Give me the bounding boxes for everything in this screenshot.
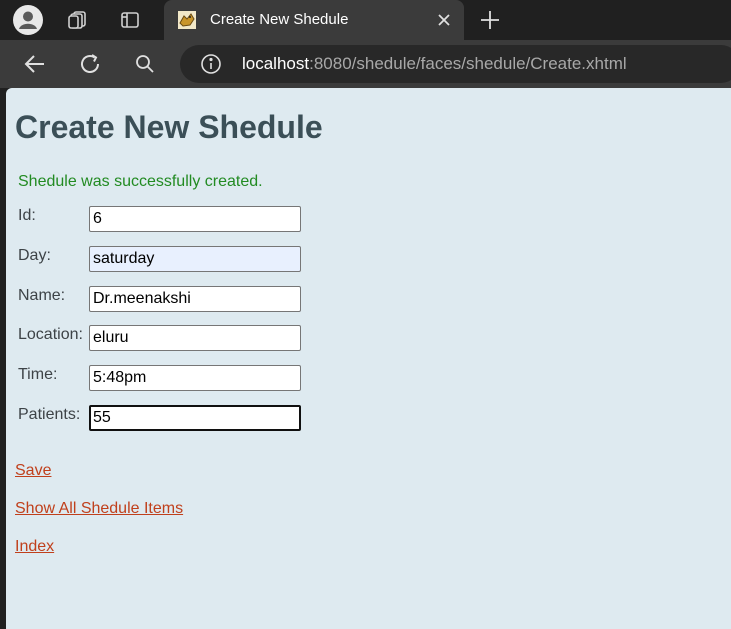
success-message: Shedule was successfully created. (18, 173, 263, 190)
day-label: Day: (18, 247, 51, 264)
back-icon[interactable] (21, 50, 49, 78)
search-icon[interactable] (131, 50, 159, 78)
time-label: Time: (18, 366, 58, 383)
page-title: Create New Shedule (15, 109, 323, 145)
new-tab-icon[interactable] (478, 8, 502, 32)
info-icon[interactable] (200, 53, 222, 75)
url-host: localhost (242, 54, 310, 73)
profile-icon[interactable] (13, 5, 43, 35)
index-link[interactable]: Index (15, 538, 54, 556)
page-content: Create New Shedule Shedule was successfu… (6, 88, 731, 629)
url-text[interactable]: localhost:8080/shedule/faces/shedule/Cre… (242, 54, 627, 74)
show-all-shedule-items-link[interactable]: Show All Shedule Items (15, 500, 183, 518)
name-label: Name: (18, 287, 66, 304)
refresh-icon[interactable] (76, 50, 104, 78)
location-label: Location: (18, 326, 83, 343)
tab-active[interactable]: Create New Shedule (164, 0, 464, 40)
workspaces-icon[interactable] (63, 5, 93, 35)
save-link[interactable]: Save (15, 462, 51, 480)
address-bar[interactable]: localhost:8080/shedule/faces/shedule/Cre… (180, 45, 731, 83)
vertical-tabs-icon[interactable] (115, 5, 145, 35)
name-field[interactable] (89, 286, 301, 312)
tab-strip: Create New Shedule (0, 0, 731, 40)
tomcat-favicon-icon (178, 11, 196, 29)
browser-toolbar: localhost:8080/shedule/faces/shedule/Cre… (0, 40, 731, 88)
day-field[interactable] (89, 246, 301, 272)
location-field[interactable] (89, 325, 301, 351)
tab-title: Create New Shedule (210, 11, 349, 28)
id-field[interactable] (89, 206, 301, 232)
url-path: :8080/shedule/faces/shedule/Create.xhtml (309, 54, 627, 73)
id-label: Id: (18, 207, 36, 224)
close-tab-icon[interactable] (436, 12, 452, 28)
patients-field[interactable] (89, 405, 301, 431)
time-field[interactable] (89, 365, 301, 391)
patients-label: Patients: (18, 406, 81, 423)
